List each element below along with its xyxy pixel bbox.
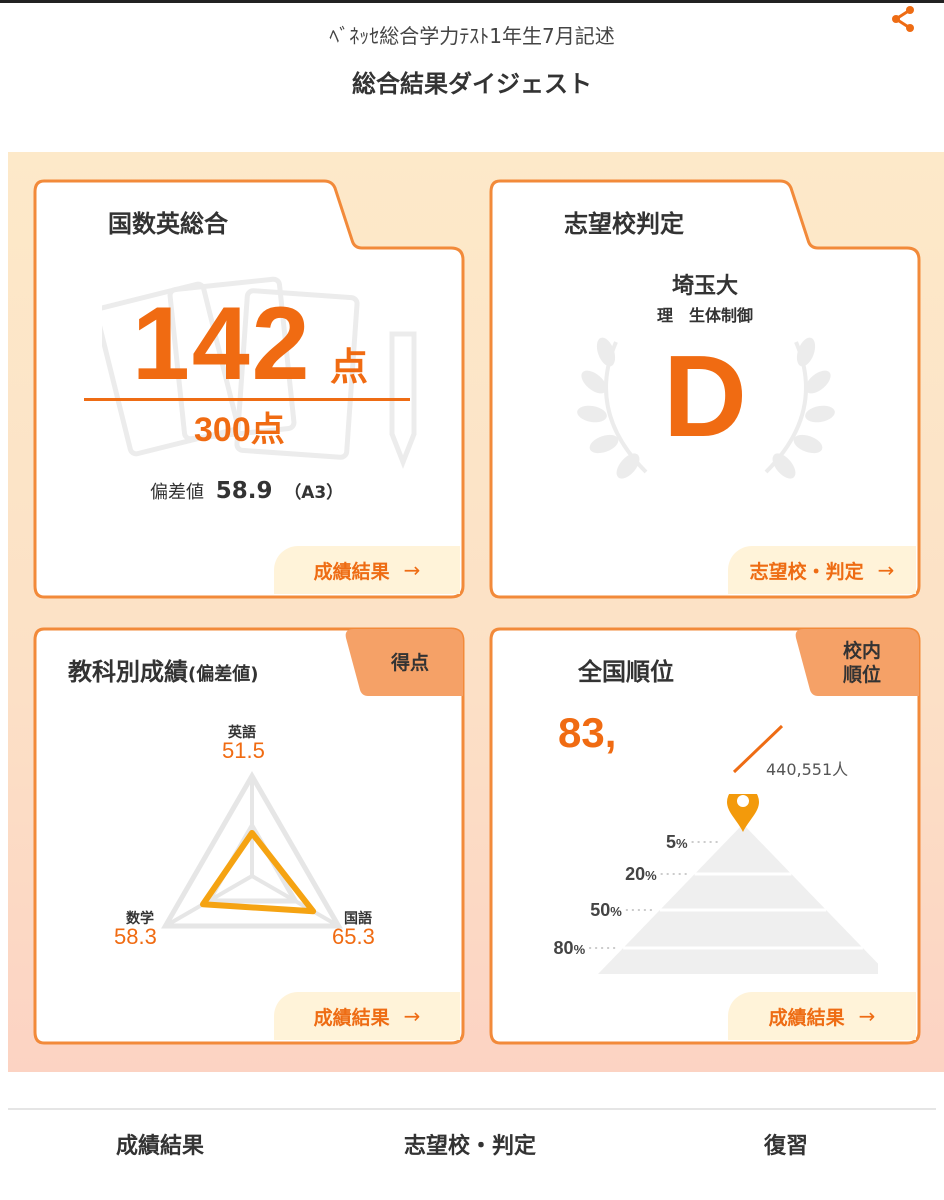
pyramid-level-label: 50% [590,900,622,920]
judgement-grade: D [663,331,747,461]
total-card-title: 国数英総合 [108,210,228,238]
score-tab[interactable]: 得点 [362,636,458,692]
deviation-value: 58.9 [215,478,273,504]
pyramid-shape [598,824,878,974]
test-name: ﾍﾞﾈｯｾ総合学力ﾃｽﾄ1年生7月記述 [329,24,615,48]
rank-results-link[interactable]: 成績結果 → [728,992,916,1040]
pyramid-level-label: 5% [666,832,688,852]
rank-code: （A3） [284,483,344,503]
deviation-row: 偏差値 58.9 （A3） [150,478,343,504]
link-label: 成績結果 [768,1006,845,1029]
score-unit: 点 [330,347,369,389]
arrow-right-icon: → [858,1004,876,1028]
rank-pyramid: 5% 20%50%80% [554,794,878,974]
school-card-title: 志望校判定 [564,210,684,238]
nav-results[interactable]: 成績結果 [116,1128,204,1160]
school-judgement-link[interactable]: 志望校・判定 → [728,546,916,594]
deviation-label: 偏差値 [150,482,204,503]
nav-review[interactable]: 復習 [764,1128,808,1160]
max-score: 300点 [194,411,285,449]
subject-card-title-suffix: (偏差値) [188,664,259,685]
national-rank-card[interactable]: 全国順位 校内 順位 83, 440,551人 5% 20% 50% 80% 成績結果… [488,626,922,1046]
school-rank-tab[interactable]: 校内 順位 [812,634,912,694]
rank-card-title: 全国順位 [578,658,674,686]
location-pin-icon [727,794,759,832]
bottom-divider [8,1108,936,1110]
arrow-right-icon: → [877,558,895,582]
arrow-right-icon: → [403,558,421,582]
page-title: 総合結果ダイジェスト [352,70,592,98]
subject-value-english: 51.5 [222,738,265,763]
subject-scores-card[interactable]: 教科別成績(偏差値) 得点 英語 51.5 数学 58.3 国語 65.3 成績… [32,626,466,1046]
subject-card-title-main: 教科別成績 [68,658,188,686]
arrow-right-icon: → [403,1004,421,1028]
nav-school-judgement[interactable]: 志望校・判定 [404,1128,536,1160]
digest-panel: 国数英総合 142 点 300点 偏差値 58.9 （A3） 成績結果 → 志望 [8,152,944,1072]
fraction-line [84,398,410,401]
subject-card-title: 教科別成績(偏差値) [68,652,258,687]
department-name: 理 生体制御 [656,306,753,325]
share-icon[interactable] [888,4,918,34]
total-score-value: 142 [132,286,312,402]
total-results-link[interactable]: 成績結果 → [274,546,460,594]
subject-value-japanese: 65.3 [332,924,375,949]
rank-total: 440,551人 [766,760,849,779]
school-name: 埼玉大 [671,274,738,299]
link-label: 成績結果 [313,560,390,583]
subject-results-link[interactable]: 成績結果 → [274,992,460,1040]
total-score-card[interactable]: 国数英総合 142 点 300点 偏差値 58.9 （A3） 成績結果 → [32,178,466,600]
school-judgement-card[interactable]: 志望校判定 埼玉大 理 生体制御 D 志望校・判定 → [488,178,922,600]
link-label: 成績結果 [313,1006,390,1029]
pyramid-level-label: 80% [554,938,586,958]
link-label: 志望校・判定 [749,560,864,583]
national-rank-value: 83, [558,709,617,756]
subject-value-math: 58.3 [114,924,157,949]
pyramid-level-label: 20% [625,864,657,884]
top-border [0,0,944,3]
